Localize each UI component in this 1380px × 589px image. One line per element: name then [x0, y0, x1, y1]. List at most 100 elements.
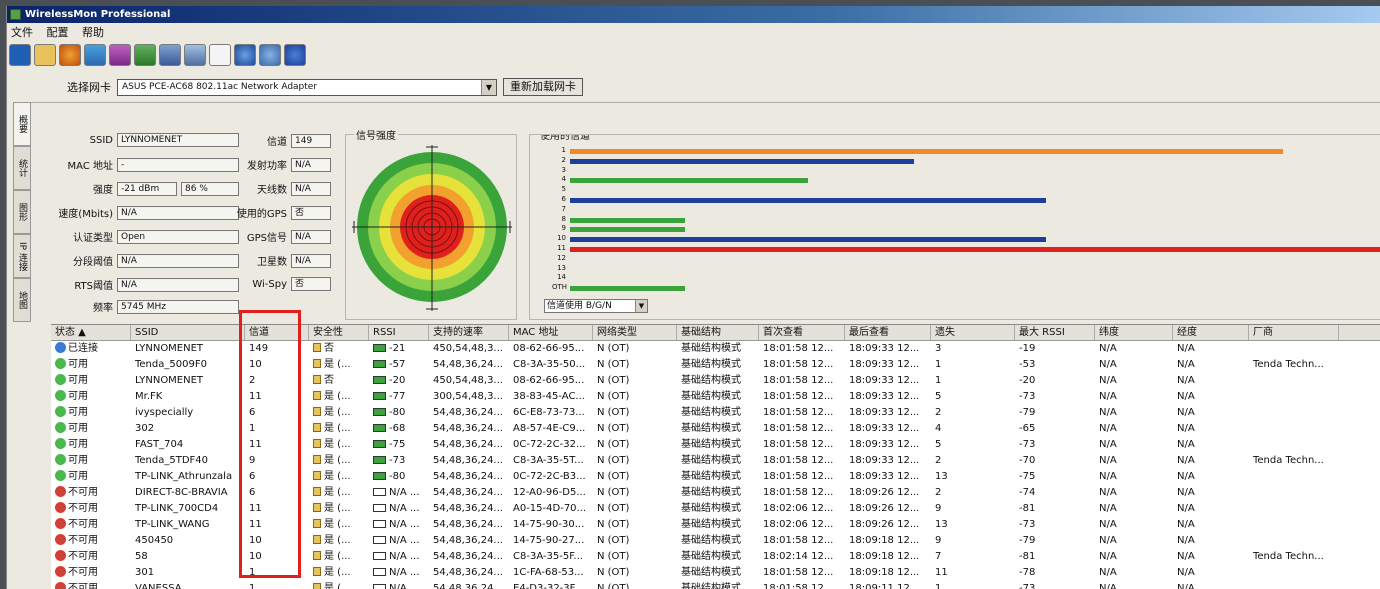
- refresh-icon[interactable]: [59, 44, 81, 66]
- chevron-down-icon[interactable]: ▼: [635, 300, 647, 312]
- cell-text-rssi: -75: [389, 439, 406, 450]
- cell-status: 不可用: [51, 549, 131, 565]
- menu-help[interactable]: 帮助: [82, 26, 104, 39]
- export-icon[interactable]: [109, 44, 131, 66]
- save-icon[interactable]: [9, 44, 31, 66]
- menu-config[interactable]: 配置: [47, 26, 69, 39]
- cell-text-rates: 450,54,48,3...: [433, 343, 503, 354]
- cell-first: 18:01:58 12...: [759, 533, 845, 549]
- channel-label-OTH: OTH: [552, 283, 568, 292]
- chevron-down-icon[interactable]: ▼: [481, 79, 496, 95]
- scan-icon[interactable]: [84, 44, 106, 66]
- cell-sec: 是 (...: [309, 437, 369, 453]
- cell-text-maxrssi: -81: [1019, 503, 1036, 514]
- cell-text-status: 不可用: [68, 551, 98, 562]
- tab-summary[interactable]: 概要: [13, 102, 31, 146]
- adapter-select[interactable]: ASUS PCE-AC68 802.11ac Network Adapter ▼: [117, 78, 497, 96]
- network-icon[interactable]: [134, 44, 156, 66]
- status-dot-icon: [55, 438, 66, 449]
- cell-last: 18:09:33 12...: [845, 357, 931, 373]
- channel-label-4: 4: [561, 175, 566, 184]
- cell-text-infra: 基础结构模式: [681, 567, 741, 578]
- column-header-sec[interactable]: 安全性: [309, 325, 369, 340]
- cell-text-lon: N/A: [1177, 375, 1195, 386]
- cell-lon: N/A: [1173, 357, 1249, 373]
- cell-text-status: 不可用: [68, 503, 98, 514]
- cell-nettype: N (OT): [593, 565, 677, 581]
- tab-map[interactable]: 地图: [13, 278, 31, 322]
- status-dot-icon: [55, 582, 66, 589]
- cell-text-rates: 54,48,36,24...: [433, 487, 503, 498]
- column-header-first[interactable]: 首次查看: [759, 325, 845, 340]
- cell-sec: 否: [309, 341, 369, 357]
- cell-text-rates: 54,48,36,24...: [433, 519, 503, 530]
- cell-first: 18:01:58 12...: [759, 469, 845, 485]
- help-icon[interactable]: [234, 44, 256, 66]
- column-header-ssid[interactable]: SSID: [131, 325, 245, 340]
- cell-text-lost: 4: [935, 423, 942, 434]
- table-row[interactable]: 不可用 VANESSA 1 是 (... N/A ... 54,48,36,24... E4…: [51, 581, 1380, 589]
- cell-text-sec: 是 (...: [324, 407, 351, 418]
- window-title: WirelessMon Professional: [25, 9, 171, 20]
- cell-maxrssi: -19: [1015, 341, 1095, 357]
- column-header-vendor[interactable]: 厂商: [1249, 325, 1339, 340]
- cell-text-lost: 9: [935, 535, 942, 546]
- cell-text-status: 不可用: [68, 567, 98, 578]
- cell-text-lon: N/A: [1177, 423, 1195, 434]
- gps-row: 使用的GPS 否: [231, 205, 331, 220]
- lock-icon: [313, 551, 321, 560]
- cell-rates: 54,48,36,24...: [429, 533, 509, 549]
- doc-icon[interactable]: [209, 44, 231, 66]
- print-icon[interactable]: [159, 44, 181, 66]
- cell-status: 可用: [51, 357, 131, 373]
- cell-text-rssi: -77: [389, 391, 406, 402]
- cell-last: 18:09:18 12...: [845, 549, 931, 565]
- column-header-mac[interactable]: MAC 地址: [509, 325, 593, 340]
- column-header-lat[interactable]: 纬度: [1095, 325, 1173, 340]
- column-header-nettype[interactable]: 网络类型: [593, 325, 677, 340]
- info-icon[interactable]: [284, 44, 306, 66]
- column-header-last[interactable]: 最后查看: [845, 325, 931, 340]
- tab-stats[interactable]: 统计: [13, 146, 31, 190]
- band-select[interactable]: 信道使用 B/G/N ▼: [544, 299, 648, 313]
- cell-text-status: 可用: [68, 391, 88, 402]
- cell-rssi: N/A ...: [369, 581, 429, 589]
- cell-sec: 是 (...: [309, 533, 369, 549]
- globe-icon[interactable]: [259, 44, 281, 66]
- cell-mac: 12-A0-96-D5...: [509, 485, 593, 501]
- ssid-row: SSID LYNNOMENET: [31, 133, 239, 147]
- cell-text-rates: 54,48,36,24...: [433, 359, 503, 370]
- cell-first: 18:01:58 12...: [759, 565, 845, 581]
- column-header-lon[interactable]: 经度: [1173, 325, 1249, 340]
- column-header-rssi[interactable]: RSSI: [369, 325, 429, 340]
- cell-first: 18:02:06 12...: [759, 517, 845, 533]
- settings-icon[interactable]: [184, 44, 206, 66]
- column-header-lost[interactable]: 遗失: [931, 325, 1015, 340]
- channel-label-9: 9: [561, 224, 566, 233]
- cell-vendor: [1249, 533, 1339, 549]
- column-header-maxrssi[interactable]: 最大 RSSI: [1015, 325, 1095, 340]
- auth-label: 认证类型: [73, 233, 113, 244]
- cell-nettype: N (OT): [593, 373, 677, 389]
- signal-strength-title: 信号强度: [354, 127, 398, 142]
- cell-text-rssi: -20: [389, 375, 406, 386]
- cell-mac: C8-3A-35-50...: [509, 357, 593, 373]
- freq-row: 频率 5745 MHz: [31, 299, 239, 314]
- menu-file[interactable]: 文件: [11, 26, 33, 39]
- column-header-status[interactable]: 状态 ▲: [51, 325, 131, 340]
- open-icon[interactable]: [34, 44, 56, 66]
- column-header-infra[interactable]: 基础结构: [677, 325, 759, 340]
- reload-adapter-button[interactable]: 重新加载网卡: [503, 78, 583, 96]
- cell-mac: E4-D3-32-3F...: [509, 581, 593, 589]
- cell-mac: 38-83-45-AC...: [509, 389, 593, 405]
- cell-text-ssid: TP-LINK_WANG: [135, 519, 210, 530]
- cell-rates: 54,48,36,24...: [429, 549, 509, 565]
- column-header-rates[interactable]: 支持的速率: [429, 325, 509, 340]
- frag-value: N/A: [117, 253, 239, 268]
- cell-channel: 1: [245, 581, 309, 589]
- cell-text-infra: 基础结构模式: [681, 407, 741, 418]
- tab-ip-connection[interactable]: IP 连接: [13, 234, 31, 278]
- cell-vendor: Tenda Techn...: [1249, 357, 1339, 373]
- tab-graph[interactable]: 图形: [13, 190, 31, 234]
- cell-first: 18:01:58 12...: [759, 485, 845, 501]
